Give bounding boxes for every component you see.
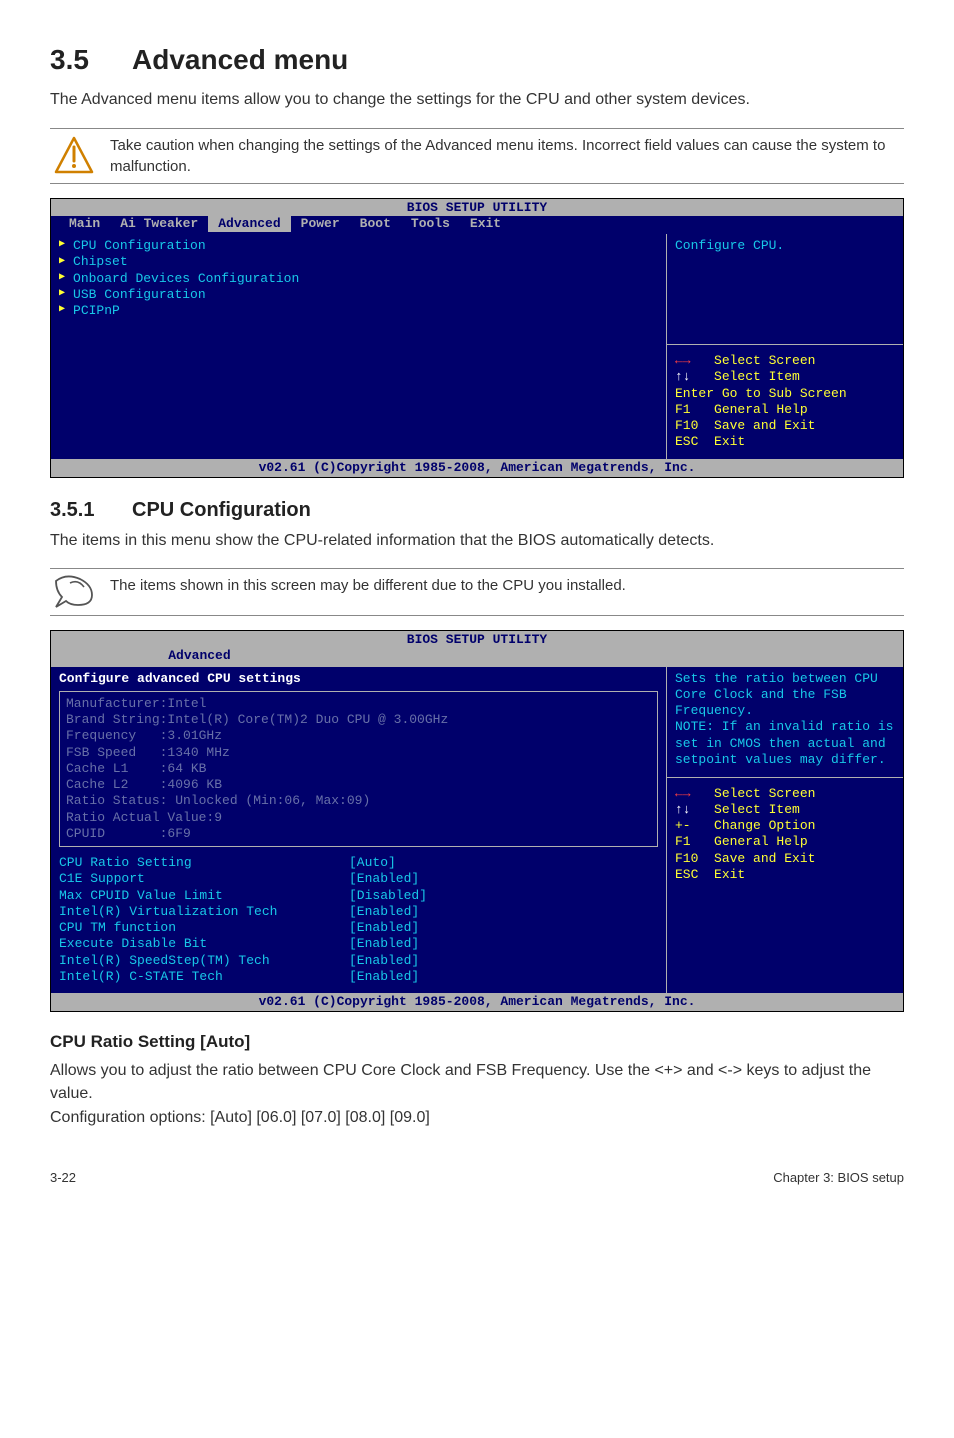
tip-text: The items shown in this screen may be di… (98, 575, 904, 596)
warning-note: Take caution when changing the settings … (50, 128, 904, 184)
bios-topmenu: Main Ai Tweaker Advanced Power Boot Tool… (51, 216, 903, 234)
cpu-info-box: Manufacturer:Intel Brand String:Intel(R)… (59, 691, 658, 847)
bios-help-text2: Sets the ratio between CPU Core Clock an… (675, 671, 895, 771)
subsection-heading: 3.5.1CPU Configuration (50, 496, 904, 524)
item-cpu-config: CPU Configuration (59, 238, 658, 254)
bios-topmenu2: Main Ai Tweaker Advanced (51, 648, 903, 666)
setting-row: Max CPUID Value Limit[Disabled] (59, 888, 658, 904)
menu-tools: Tools (401, 216, 460, 232)
info-row: Ratio Status: Unlocked (Min:06, Max:09) (66, 793, 651, 809)
bios-title: BIOS SETUP UTILITY (51, 199, 903, 216)
setting-row: Intel(R) C-STATE Tech[Enabled] (59, 969, 658, 985)
menu-advanced: Advanced (208, 216, 290, 232)
setting-row: CPU Ratio Setting[Auto] (59, 855, 658, 871)
bios-screenshot-advanced-menu: BIOS SETUP UTILITY Main Ai Tweaker Advan… (50, 198, 904, 478)
menu-main: Main (59, 216, 110, 232)
bios-left-pane2: Configure advanced CPU settings Manufact… (51, 667, 667, 994)
note-icon (50, 575, 98, 609)
bios-screenshot-cpu-config: BIOS SETUP UTILITY Main Ai Tweaker Advan… (50, 630, 904, 1012)
bios-footer: v02.61 (C)Copyright 1985-2008, American … (51, 459, 903, 477)
section-number: 3.5 (50, 40, 132, 79)
option-heading: CPU Ratio Setting [Auto] (50, 1030, 904, 1054)
menu-advanced2: Advanced (168, 648, 230, 664)
intro-paragraph: The Advanced menu items allow you to cha… (50, 89, 904, 111)
subsection-title: CPU Configuration (132, 499, 311, 521)
info-row: Cache L1 :64 KB (66, 761, 651, 777)
menu-boot: Boot (350, 216, 401, 232)
info-row: Brand String:Intel(R) Core(TM)2 Duo CPU … (66, 712, 651, 728)
item-onboard: Onboard Devices Configuration (59, 271, 658, 287)
bios-help-text: Configure CPU. (675, 238, 895, 338)
menu-power: Power (291, 216, 350, 232)
tip-note: The items shown in this screen may be di… (50, 568, 904, 616)
menu-exit: Exit (460, 216, 511, 232)
info-row: Frequency :3.01GHz (66, 728, 651, 744)
info-row: Cache L2 :4096 KB (66, 777, 651, 793)
page-number: 3-22 (50, 1169, 76, 1187)
menu-aitweaker: Ai Tweaker (110, 216, 208, 232)
bios-title2: BIOS SETUP UTILITY (51, 631, 903, 648)
setting-row: Intel(R) SpeedStep(TM) Tech[Enabled] (59, 953, 658, 969)
chapter-label: Chapter 3: BIOS setup (773, 1169, 904, 1187)
bios-left-pane: CPU Configuration Chipset Onboard Device… (51, 234, 667, 459)
info-row: Manufacturer:Intel (66, 696, 651, 712)
item-usb: USB Configuration (59, 287, 658, 303)
bios-key-hints2: ←→ Select Screen ↑↓ Select Item +- Chang… (675, 786, 895, 884)
info-row: FSB Speed :1340 MHz (66, 745, 651, 761)
warning-icon (50, 135, 98, 175)
subsection-paragraph: The items in this menu show the CPU-rela… (50, 530, 904, 552)
section-title: Advanced menu (132, 44, 348, 75)
page-footer: 3-22 Chapter 3: BIOS setup (50, 1169, 904, 1187)
setting-row: Intel(R) Virtualization Tech[Enabled] (59, 904, 658, 920)
bios-key-hints: ←→ Select Screen ↑↓ Select Item Enter Go… (675, 353, 895, 451)
bios-footer2: v02.61 (C)Copyright 1985-2008, American … (51, 993, 903, 1011)
setting-row: C1E Support[Enabled] (59, 871, 658, 887)
setting-row: Execute Disable Bit[Enabled] (59, 936, 658, 952)
subsection-number: 3.5.1 (50, 496, 132, 524)
item-pcipnp: PCIPnP (59, 303, 658, 319)
setting-row: CPU TM function[Enabled] (59, 920, 658, 936)
warning-text: Take caution when changing the settings … (98, 135, 904, 177)
item-chipset: Chipset (59, 254, 658, 270)
cpu-settings-heading: Configure advanced CPU settings (59, 671, 658, 687)
option-description: Allows you to adjust the ratio between C… (50, 1060, 904, 1105)
section-heading: 3.5Advanced menu (50, 40, 904, 79)
info-row: Ratio Actual Value:9 (66, 810, 651, 826)
info-row: CPUID :6F9 (66, 826, 651, 842)
bios-right-pane: Configure CPU. ←→ Select Screen ↑↓ Selec… (667, 234, 903, 459)
bios-right-pane2: Sets the ratio between CPU Core Clock an… (667, 667, 903, 994)
option-config-list: Configuration options: [Auto] [06.0] [07… (50, 1107, 904, 1129)
